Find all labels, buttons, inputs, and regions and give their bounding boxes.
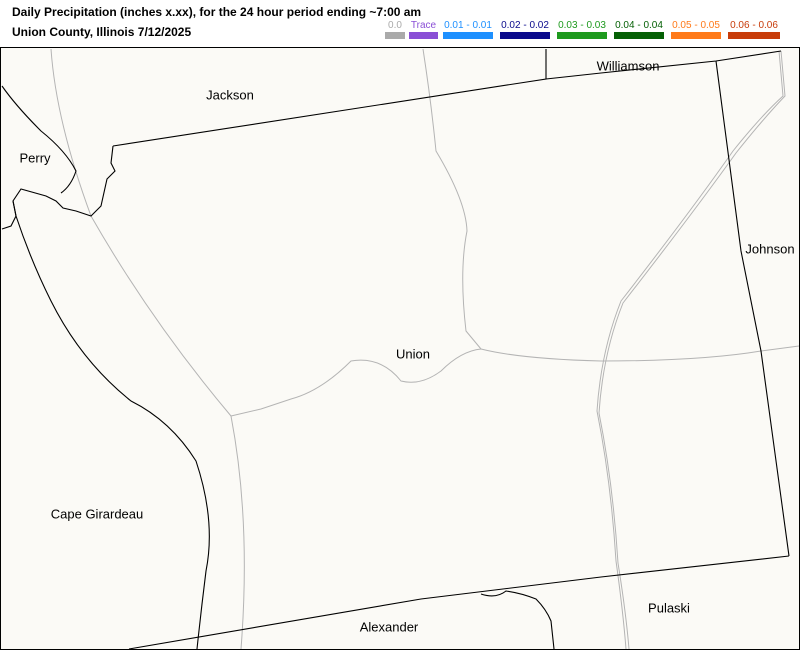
river-line <box>1 85 77 194</box>
county-boundary <box>480 590 555 650</box>
legend-label: 0.01 - 0.01 <box>444 20 492 31</box>
road-line <box>230 345 800 417</box>
county-label-jackson: Jackson <box>206 87 254 103</box>
county-boundary <box>112 49 547 147</box>
legend-item-002: 0.02 - 0.02 <box>500 20 550 42</box>
county-boundary <box>715 60 790 557</box>
legend-swatch <box>614 32 664 39</box>
county-label-williamson: Williamson <box>596 58 660 74</box>
legend-item-004: 0.04 - 0.04 <box>614 20 664 42</box>
legend-swatch <box>385 32 405 39</box>
legend-label: 0.03 - 0.03 <box>558 20 606 31</box>
map-subtitle: Union County, Illinois 7/12/2025 <box>12 25 192 39</box>
legend-label: 0.06 - 0.06 <box>730 20 778 31</box>
legend-swatch <box>728 32 780 39</box>
legend-item-005: 0.05 - 0.05 <box>671 20 721 42</box>
legend-item-zero: 0.0 <box>385 20 405 42</box>
legend-swatch <box>443 32 493 39</box>
map-title: Daily Precipitation (inches x.xx), for t… <box>12 5 422 19</box>
county-boundary <box>545 50 782 80</box>
legend-swatch <box>500 32 550 39</box>
county-label-union: Union <box>396 346 430 362</box>
legend-label: 0.04 - 0.04 <box>615 20 663 31</box>
legend-item-trace: Trace <box>409 20 438 42</box>
river-line <box>12 200 210 650</box>
legend-item-006: 0.06 - 0.06 <box>728 20 780 42</box>
legend-label: Trace <box>410 20 437 31</box>
legend-swatch <box>557 32 607 39</box>
county-label-perry: Perry <box>19 150 51 166</box>
map-header: Daily Precipitation (inches x.xx), for t… <box>0 0 800 47</box>
legend-swatch <box>671 32 721 39</box>
legend-item-001: 0.01 - 0.01 <box>443 20 493 42</box>
county-label-pulaski: Pulaski <box>648 600 690 616</box>
legend-label: 0.02 - 0.02 <box>501 20 549 31</box>
legend-label: 0.05 - 0.05 <box>672 20 720 31</box>
county-map[interactable]: Jackson Williamson Perry Johnson Union C… <box>0 47 800 650</box>
legend-item-003: 0.03 - 0.03 <box>557 20 607 42</box>
legend-swatch <box>409 32 438 39</box>
legend-label: 0.0 <box>388 20 402 31</box>
county-label-johnson: Johnson <box>745 241 795 257</box>
county-label-alexander: Alexander <box>359 619 419 635</box>
county-label-cape-girardeau: Cape Girardeau <box>50 506 144 522</box>
